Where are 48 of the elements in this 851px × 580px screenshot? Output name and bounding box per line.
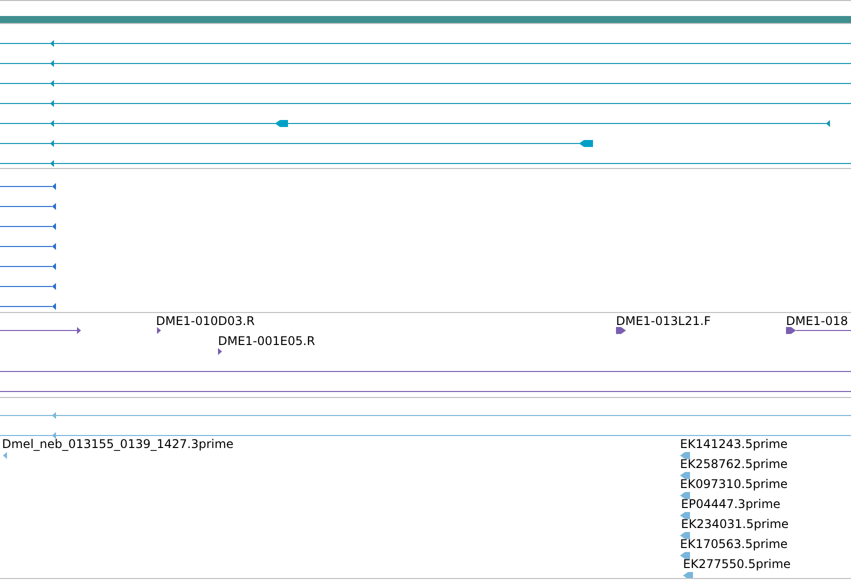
left-arrow-icon: [52, 263, 56, 270]
left-arrow-icon: [826, 120, 830, 127]
feature-block[interactable]: [680, 452, 690, 459]
feature-label[interactable]: DME1-010D03.R: [156, 314, 255, 328]
feature-line: [0, 206, 52, 207]
feature-line: [0, 246, 52, 247]
left-arrow-icon: [52, 223, 56, 230]
feature-block[interactable]: [579, 140, 593, 147]
feature-block[interactable]: [680, 532, 690, 539]
left-arrow-icon: [52, 203, 56, 210]
feature-block[interactable]: [680, 512, 690, 519]
left-arrow-icon: [50, 120, 54, 127]
feature-line: [796, 330, 851, 331]
left-arrow-icon: [52, 303, 56, 310]
feature-label[interactable]: DME1-001E05.R: [218, 334, 316, 348]
feature-label[interactable]: EK170563.5prime: [680, 537, 788, 551]
left-arrow-icon: [50, 60, 54, 67]
feature-label[interactable]: EK234031.5prime: [681, 517, 789, 531]
left-arrow-icon: [52, 243, 56, 250]
feature-label[interactable]: EK277550.5prime: [683, 557, 791, 571]
feature-label[interactable]: Dmel_neb_013155_0139_1427.3prime: [2, 437, 234, 451]
left-arrow-icon: [3, 452, 7, 459]
feature-label[interactable]: EK258762.5prime: [680, 457, 788, 471]
feature-line: [0, 186, 52, 187]
feature-block[interactable]: [786, 327, 796, 334]
feature-block[interactable]: [616, 327, 626, 334]
right-arrow-icon: [157, 327, 161, 334]
feature-line: [0, 266, 52, 267]
left-arrow-icon: [52, 283, 56, 290]
left-arrow-icon: [50, 80, 54, 87]
feature-block[interactable]: [680, 552, 690, 559]
feature-label[interactable]: DME1-018: [786, 314, 848, 328]
left-arrow-icon: [50, 160, 54, 167]
feature-label[interactable]: EK097310.5prime: [680, 477, 788, 491]
feature-label[interactable]: EP04447.3prime: [681, 497, 780, 511]
feature-block[interactable]: [680, 492, 690, 499]
left-arrow-icon: [50, 140, 54, 147]
feature-label[interactable]: EK141243.5prime: [680, 437, 788, 451]
feature-block[interactable]: [275, 120, 288, 127]
feature-line: [0, 226, 52, 227]
feature-line: [0, 306, 52, 307]
feature-block[interactable]: [683, 572, 693, 579]
feature-label[interactable]: DME1-013L21.F: [616, 314, 711, 328]
left-arrow-icon: [52, 432, 56, 439]
feature-block[interactable]: [680, 472, 690, 479]
feature-line: [0, 286, 52, 287]
right-arrow-icon: [218, 348, 222, 355]
left-arrow-icon: [50, 100, 54, 107]
